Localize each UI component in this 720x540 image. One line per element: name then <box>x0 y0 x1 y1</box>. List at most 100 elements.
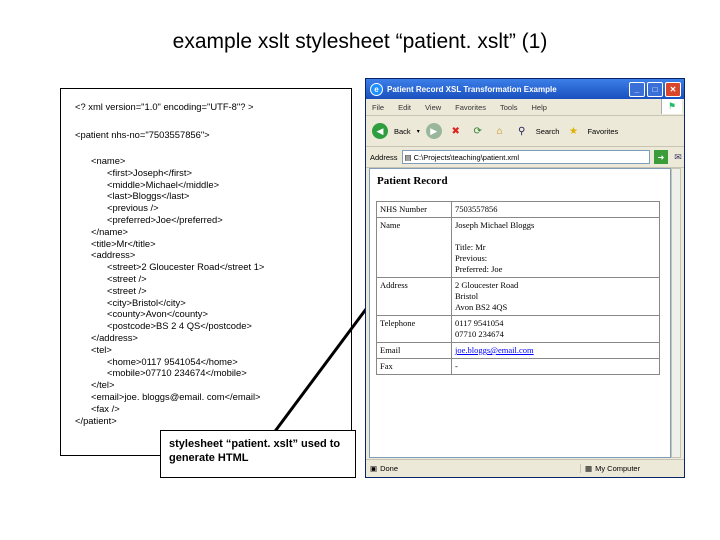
xml-line: <email>joe. bloggs@email. com</email> <box>91 391 261 402</box>
stop-icon[interactable]: ✖ <box>448 123 464 139</box>
xml-line: <tel> <box>91 343 112 355</box>
value-line: Title: Mr <box>455 242 486 252</box>
back-arrow-icon[interactable]: ◀ <box>372 123 388 139</box>
xml-line: <? xml version="1.0" encoding="UTF-8"? > <box>75 101 254 112</box>
xml-line: <address> <box>91 249 136 261</box>
address-input[interactable]: ▤ C:\Projects\teaching\patient.xml <box>401 150 650 164</box>
row-value: 2 Gloucester Road Bristol Avon BS2 4QS <box>451 277 660 316</box>
toolbar: ◀ Back ▾ ▶ ✖ ⟳ ⌂ ⚲ Search ★ Favorites <box>366 116 684 147</box>
xml-line: </patient> <box>75 414 117 426</box>
address-value: C:\Projects\teaching\patient.xml <box>413 152 520 162</box>
maximize-button[interactable]: □ <box>647 82 663 97</box>
zone-text: My Computer <box>595 464 641 473</box>
page-icon: ▣ <box>370 464 378 473</box>
row-label: Fax <box>376 358 452 375</box>
file-icon: ▤ <box>404 152 412 162</box>
slide-title: example xslt stylesheet “patient. xslt” … <box>172 30 548 53</box>
refresh-icon[interactable]: ⟳ <box>470 123 486 139</box>
xml-line: <name> <box>91 155 126 166</box>
xml-line: <mobile>07710 234674</mobile> <box>107 367 247 379</box>
value-line: 7503557856 <box>455 204 498 214</box>
email-link[interactable]: joe.bloggs@email.com <box>455 345 656 356</box>
row-label: Address <box>376 277 452 316</box>
xml-line: <preferred>Joe</preferred> <box>107 214 223 225</box>
menu-item-favorites[interactable]: Favorites <box>455 103 486 112</box>
close-button[interactable]: ✕ <box>665 82 681 97</box>
record-table: NHS Number 7503557856 Name Joseph Michael B… <box>376 201 660 375</box>
table-row: Address 2 Gloucester Road Bristol Avon BS2 … <box>376 277 660 316</box>
go-arrow-icon[interactable]: ➜ <box>654 150 668 164</box>
address-label: Address <box>370 152 398 162</box>
value-line: Joseph Michael Bloggs <box>455 220 535 230</box>
browser-window: e Patient Record XSL Transformation Exam… <box>365 78 685 478</box>
forward-arrow-icon[interactable]: ▶ <box>425 123 442 139</box>
xml-line: <street /> <box>107 284 147 296</box>
favorites-button-label[interactable]: Favorites <box>587 127 618 136</box>
menu-item-tools[interactable]: Tools <box>500 103 518 112</box>
xml-line: </tel> <box>91 379 115 391</box>
xml-line: <title>Mr</title> <box>91 237 156 249</box>
dropdown-arrow-icon[interactable]: ▾ <box>417 128 420 135</box>
vertical-scrollbar[interactable] <box>671 168 681 458</box>
row-value: Joseph Michael Bloggs Title: Mr Previous: P… <box>451 217 660 278</box>
status-bar: ▣ Done ▦ My Computer <box>366 459 684 477</box>
favorites-star-icon[interactable]: ★ <box>565 123 581 139</box>
caption-box: stylesheet “patient. xslt” used to gener… <box>160 430 356 478</box>
xml-line: </name> <box>91 225 129 237</box>
xml-line: <fax /> <box>91 402 120 414</box>
menu-item-view[interactable]: View <box>425 103 441 112</box>
xml-line: <previous /> <box>107 202 159 214</box>
window-titlebar: e Patient Record XSL Transformation Exam… <box>366 79 684 99</box>
back-button-label[interactable]: Back <box>394 127 411 136</box>
table-row: NHS Number 7503557856 <box>376 201 660 218</box>
page-heading: Patient Record <box>377 175 448 187</box>
menu-item-edit[interactable]: Edit <box>398 103 411 112</box>
row-label: Email <box>376 342 452 359</box>
row-value: - <box>451 358 660 375</box>
xml-line: <city>Bristol</city> <box>107 296 186 308</box>
page-content: Patient Record NHS Number 7503557856 Name J… <box>369 168 671 458</box>
address-bar: Address ▤ C:\Projects\teaching\patient.x… <box>366 147 684 168</box>
search-button-label[interactable]: Search <box>536 127 560 136</box>
row-value: 0117 9541054 07710 234674 <box>451 315 660 343</box>
table-row: Email joe.bloggs@email.com <box>376 342 660 359</box>
xml-line: </address> <box>91 332 138 343</box>
value-line: 07710 234674 <box>455 329 504 339</box>
row-label: NHS Number <box>376 201 452 218</box>
xml-line: <street>2 Gloucester Road</street 1> <box>107 261 265 273</box>
xml-line: <home>0117 9541054</home> <box>107 355 238 367</box>
status-text: Done <box>380 464 399 473</box>
table-row: Name Joseph Michael Bloggs Title: Mr Previo… <box>376 217 660 278</box>
xml-line: <county>Avon</county> <box>107 308 208 320</box>
row-label: Telephone <box>376 315 452 343</box>
value-line: 0117 9541054 <box>455 318 504 328</box>
xml-line: <last>Bloggs</last> <box>107 190 190 202</box>
value-line: Bristol <box>455 291 479 301</box>
value-line: Avon BS2 4QS <box>455 302 508 312</box>
minimize-button[interactable]: _ <box>629 82 645 97</box>
table-row: Fax - <box>376 358 660 375</box>
window-title: Patient Record XSL Transformation Exampl… <box>387 84 557 94</box>
menu-item-file[interactable]: File <box>372 103 384 112</box>
row-value: joe.bloggs@email.com <box>451 342 660 359</box>
xml-line: <patient nhs-no="7503557856"> <box>75 129 210 140</box>
row-label: Name <box>376 217 452 278</box>
home-icon[interactable]: ⌂ <box>492 123 508 139</box>
xml-line: <street /> <box>107 273 147 284</box>
xml-line: <postcode>BS 2 4 QS</postcode> <box>107 320 252 332</box>
messenger-icon[interactable]: ✉ <box>672 149 684 165</box>
xml-line: <middle>Michael</middle> <box>107 178 220 190</box>
ie-icon: e <box>370 82 383 96</box>
windows-logo-icon: ⚑ <box>661 99 682 114</box>
value-line: Previous: <box>455 253 488 263</box>
xml-line: <first>Joseph</first> <box>107 166 192 178</box>
table-row: Telephone 0117 9541054 07710 234674 <box>376 315 660 343</box>
menu-bar: File Edit View Favorites Tools Help ⚑ <box>366 99 684 116</box>
search-icon[interactable]: ⚲ <box>514 123 530 139</box>
computer-icon: ▦ <box>585 464 593 473</box>
value-line: 2 Gloucester Road <box>455 280 519 290</box>
value-line <box>455 231 656 242</box>
menu-item-help[interactable]: Help <box>532 103 547 112</box>
value-line: - <box>455 361 458 371</box>
value-line: Preferred: Joe <box>455 264 503 274</box>
